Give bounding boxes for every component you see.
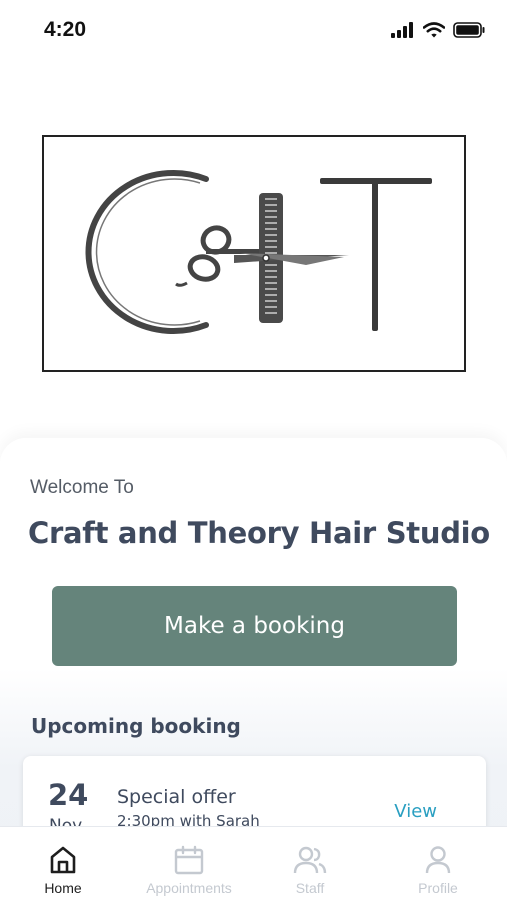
tab-appointments-label: Appointments <box>146 880 232 896</box>
user-icon <box>425 846 451 874</box>
upcoming-booking-title: Upcoming booking <box>31 714 241 738</box>
home-icon <box>50 846 76 874</box>
tab-appointments[interactable]: Appointments <box>126 827 252 900</box>
calendar-icon <box>174 845 204 875</box>
users-icon <box>293 846 327 874</box>
booking-title: Special offer <box>117 786 236 808</box>
welcome-label: Welcome To <box>30 477 134 498</box>
tab-bar: Home Appointments Staff Profile <box>0 826 507 900</box>
make-booking-button[interactable]: Make a booking <box>52 586 457 666</box>
studio-logo <box>42 135 466 372</box>
tab-home[interactable]: Home <box>0 827 126 900</box>
tab-home-label: Home <box>44 880 82 896</box>
scissors-comb-logo <box>85 170 432 334</box>
view-booking-link[interactable]: View <box>394 801 437 822</box>
tab-staff-label: Staff <box>295 880 325 896</box>
studio-name: Craft and Theory Hair Studio <box>28 516 490 550</box>
tab-profile-label: Profile <box>418 880 458 896</box>
signal-icon <box>391 22 415 42</box>
status-icons <box>391 22 485 42</box>
tab-staff[interactable]: Staff <box>247 827 373 900</box>
booking-day: 24 <box>48 778 89 812</box>
battery-icon <box>453 22 485 42</box>
wifi-icon <box>422 22 446 42</box>
status-bar: 4:20 <box>0 0 507 62</box>
status-time: 4:20 <box>44 18 87 41</box>
tab-profile[interactable]: Profile <box>375 827 501 900</box>
